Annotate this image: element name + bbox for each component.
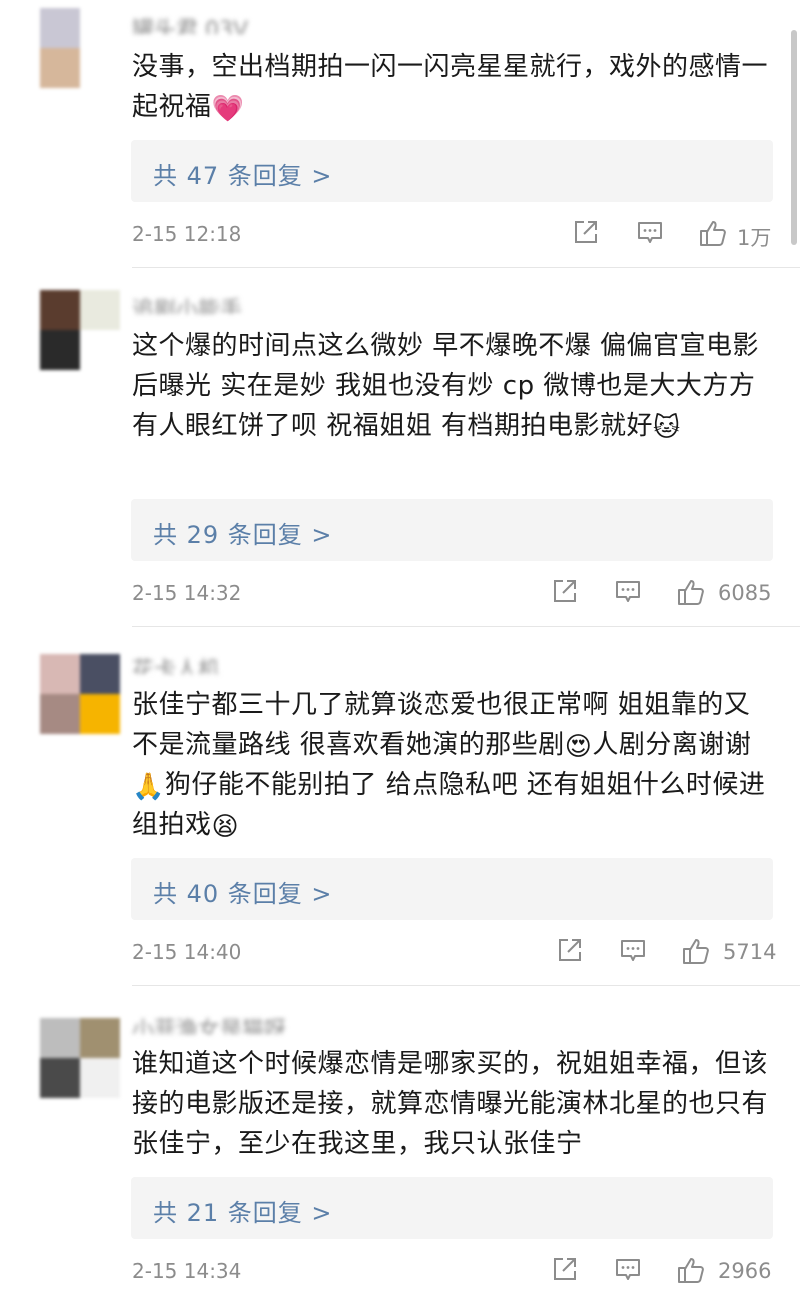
replies-button[interactable]: 共 47 条回复 > bbox=[131, 140, 773, 202]
avatar-tile bbox=[80, 330, 120, 370]
comment-text-body: 谁知道这个时候爆恋情是哪家买的，祝姐姐幸福，但该接的电影版还是接，就算恋情曝光能… bbox=[132, 1049, 769, 1159]
replies-label: 共 29 条回复 > bbox=[153, 521, 333, 549]
replies-button[interactable]: 共 40 条回复 > bbox=[131, 858, 773, 920]
timestamp: 2-15 14:34 bbox=[132, 1259, 242, 1283]
comment-text: 没事，空出档期拍一闪一闪亮星星就行，戏外的感情一起祝福💗 bbox=[132, 47, 772, 127]
praying-hands-emoji-icon: 🙏 bbox=[132, 772, 165, 802]
thumbs-up-icon[interactable] bbox=[676, 577, 706, 607]
comment-icon[interactable] bbox=[636, 218, 664, 246]
avatar-tile bbox=[40, 654, 80, 694]
avatar[interactable] bbox=[40, 654, 120, 734]
avatar-tile bbox=[40, 1058, 80, 1098]
replies-label: 共 40 条回复 > bbox=[153, 880, 333, 908]
replies-label: 共 47 条回复 > bbox=[153, 162, 333, 190]
thumbs-up-icon[interactable] bbox=[698, 218, 728, 248]
avatar-tile bbox=[40, 8, 80, 48]
avatar-tile bbox=[80, 654, 120, 694]
share-icon[interactable] bbox=[572, 218, 600, 246]
avatar-tile bbox=[80, 1058, 120, 1098]
thumbs-up-icon[interactable] bbox=[681, 936, 711, 966]
username[interactable]: 小菲渔女是猫呀 bbox=[132, 1012, 286, 1034]
avatar-tile bbox=[40, 330, 80, 370]
heart-emoji-icon: 💗 bbox=[211, 94, 245, 124]
comment-icon[interactable] bbox=[619, 936, 647, 964]
timestamp: 2-15 12:18 bbox=[132, 222, 242, 246]
comment-meta: 2-15 12:18 1万 bbox=[132, 218, 782, 252]
like-count: 2966 bbox=[718, 1259, 772, 1283]
timestamp: 2-15 14:40 bbox=[132, 940, 242, 964]
username[interactable]: 追剧小能手 bbox=[132, 292, 242, 314]
share-icon[interactable] bbox=[551, 1255, 579, 1283]
comment-meta: 2-15 14:32 6085 bbox=[132, 577, 782, 611]
avatar-tile bbox=[40, 1018, 80, 1058]
comment-icon[interactable] bbox=[614, 1255, 642, 1283]
comment-text-part-b: 人剧分离谢谢 bbox=[592, 730, 752, 760]
avatar-tile bbox=[80, 48, 120, 88]
divider bbox=[132, 267, 800, 268]
cat-emoji-icon: 🐱 bbox=[653, 413, 681, 443]
comment-text: 谁知道这个时候爆恋情是哪家买的，祝姐姐幸福，但该接的电影版还是接，就算恋情曝光能… bbox=[132, 1044, 772, 1164]
divider bbox=[132, 626, 800, 627]
replies-button[interactable]: 共 21 条回复 > bbox=[131, 1177, 773, 1239]
avatar-tile bbox=[40, 694, 80, 734]
divider bbox=[132, 985, 800, 986]
username[interactable]: 花卡人机 bbox=[132, 652, 220, 674]
like-count: 5714 bbox=[723, 940, 777, 964]
avatar-tile bbox=[80, 290, 120, 330]
like-count: 1万 bbox=[737, 226, 772, 250]
scrollbar[interactable] bbox=[791, 30, 797, 245]
thumbs-up-icon[interactable] bbox=[676, 1255, 706, 1285]
comment-meta: 2-15 14:40 5714 bbox=[132, 936, 782, 970]
username[interactable]: 罐头君 03V bbox=[132, 12, 248, 34]
avatar-tile bbox=[80, 1018, 120, 1058]
replies-label: 共 21 条回复 > bbox=[153, 1199, 333, 1227]
avatar[interactable] bbox=[40, 290, 120, 370]
avatar[interactable] bbox=[40, 8, 120, 88]
comment-text: 这个爆的时间点这么微妙 早不爆晚不爆 偏偏官宣电影后曝光 实在是妙 我姐也没有炒… bbox=[132, 326, 772, 446]
avatar-tile bbox=[80, 694, 120, 734]
share-icon[interactable] bbox=[556, 936, 584, 964]
comment-icon[interactable] bbox=[614, 577, 642, 605]
avatar[interactable] bbox=[40, 1018, 120, 1098]
timestamp: 2-15 14:32 bbox=[132, 581, 242, 605]
like-count: 6085 bbox=[718, 581, 772, 605]
avatar-tile bbox=[80, 8, 120, 48]
avatar-tile bbox=[40, 290, 80, 330]
comment-meta: 2-15 14:34 2966 bbox=[132, 1255, 782, 1289]
replies-button[interactable]: 共 29 条回复 > bbox=[131, 499, 773, 561]
heart-eyes-emoji-icon: 😍 bbox=[564, 732, 593, 762]
share-icon[interactable] bbox=[551, 577, 579, 605]
comment-text: 张佳宁都三十几了就算谈恋爱也很正常啊 姐姐靠的又不是流量路线 很喜欢看她演的那些… bbox=[132, 685, 772, 845]
avatar-tile bbox=[40, 48, 80, 88]
tired-face-emoji-icon: 😫 bbox=[211, 812, 240, 842]
